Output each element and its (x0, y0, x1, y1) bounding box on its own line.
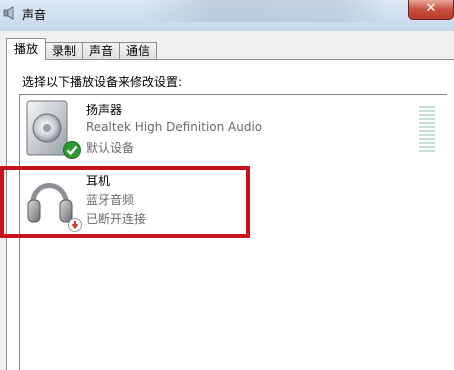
tab-recording[interactable]: 录制 (46, 42, 84, 60)
device-status: 默认设备 (86, 141, 135, 155)
close-button[interactable]: ✕ (408, 0, 454, 20)
annotation-highlight-box (0, 166, 250, 238)
speaker-app-icon (3, 6, 14, 20)
instruction-text: 选择以下播放设备来修改设置: (22, 75, 183, 89)
close-icon: ✕ (425, 1, 437, 16)
default-check-icon (63, 141, 81, 159)
tab-sounds[interactable]: 声音 (83, 42, 121, 60)
title-bar[interactable]: 声音 ✕ (0, 0, 454, 31)
tab-strip: 播放 录制 声音 通信 (6, 38, 158, 60)
tab-communications[interactable]: 通信 (120, 42, 158, 60)
window-body: 播放 录制 声音 通信 选择以下播放设备来修改设置: 扬声器 Realtek H… (0, 31, 454, 370)
device-name: 扬声器 (86, 103, 123, 117)
tab-playback[interactable]: 播放 (6, 38, 47, 60)
device-item-speaker[interactable]: 扬声器 Realtek High Definition Audio 默认设备 (20, 97, 420, 161)
window-title: 声音 (22, 8, 47, 22)
title-bar-blur (140, 0, 390, 22)
volume-level-meter (419, 106, 435, 152)
device-description: Realtek High Definition Audio (86, 120, 263, 134)
